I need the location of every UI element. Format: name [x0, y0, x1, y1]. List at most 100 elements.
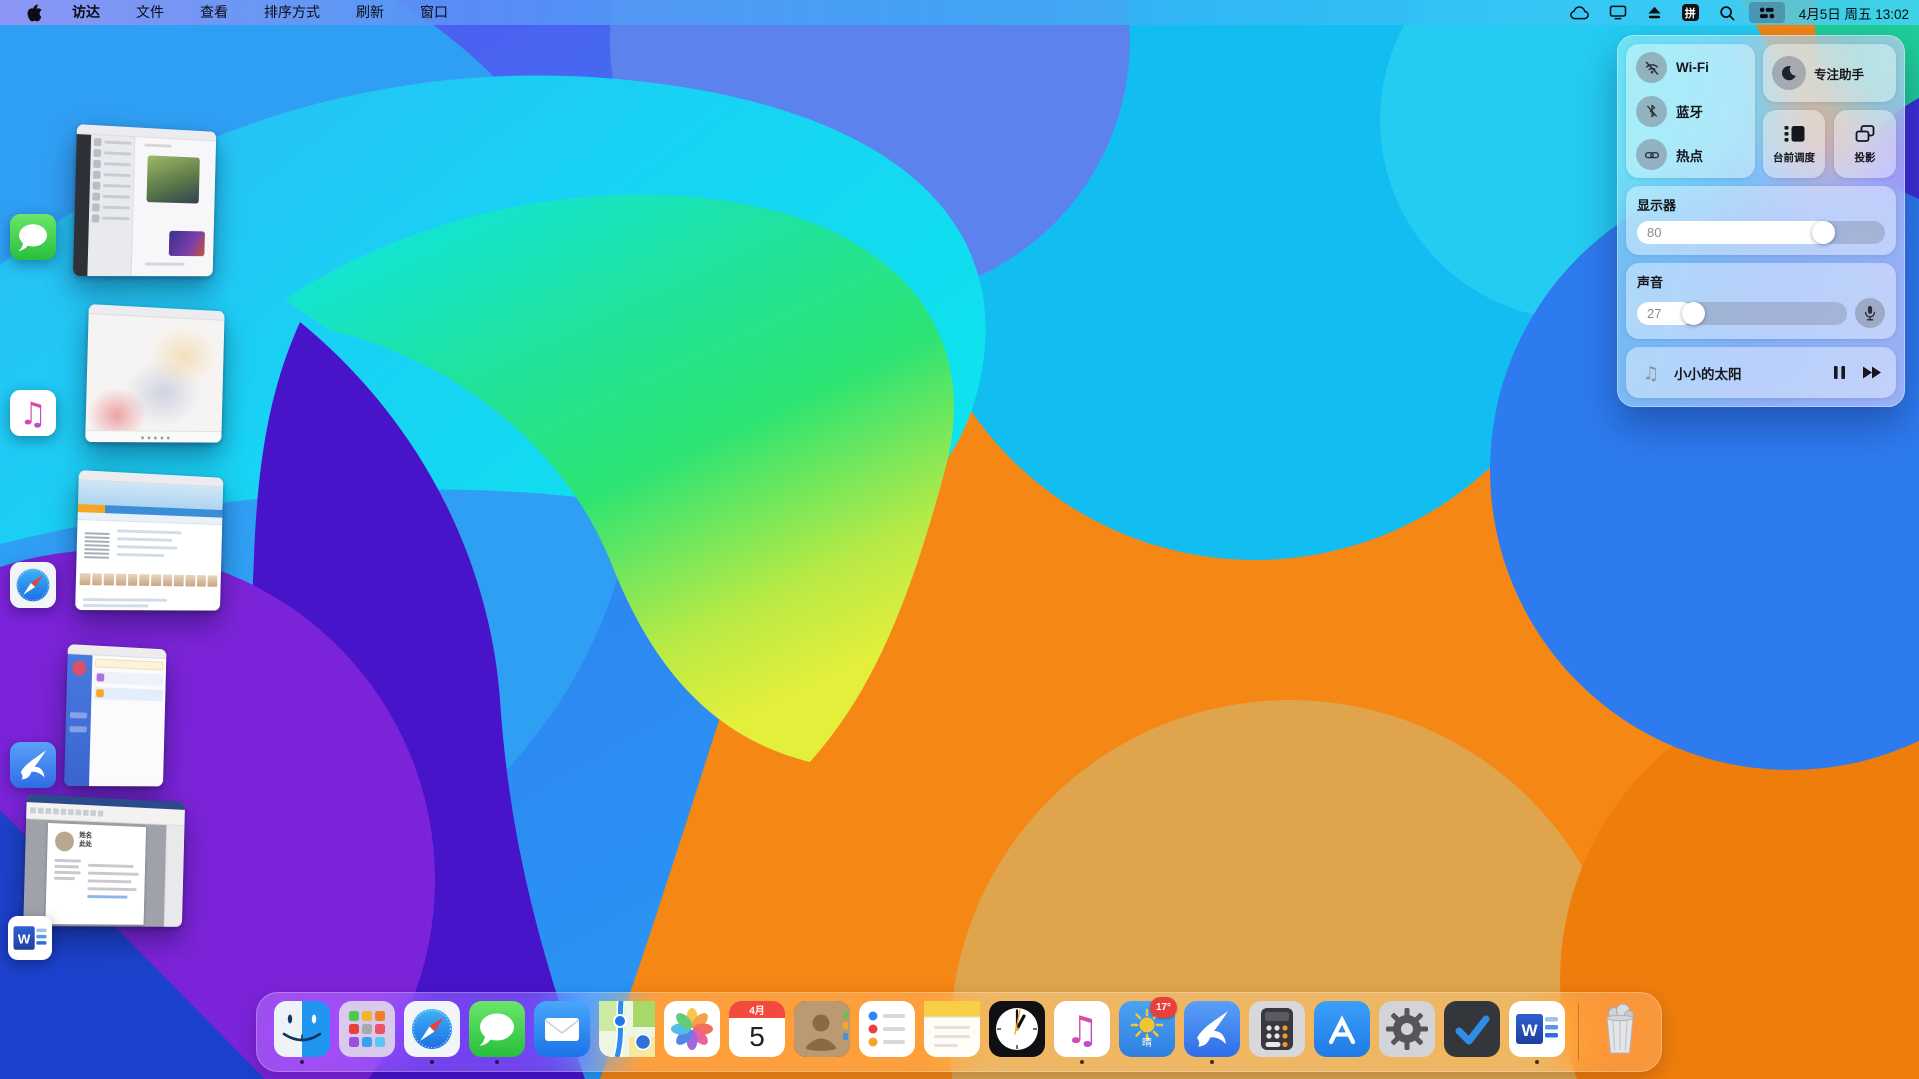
input-method-icon: 拼: [1682, 4, 1699, 21]
dock-settings[interactable]: [1379, 1001, 1435, 1057]
word-resume-page: 姓名 此处: [45, 823, 147, 925]
menu-finder[interactable]: 访达: [54, 0, 118, 25]
dock-reminders[interactable]: [859, 1001, 915, 1057]
display-status[interactable]: [1603, 2, 1633, 23]
connectivity-card: Wi-Fi 蓝牙: [1626, 44, 1755, 178]
volume-slider[interactable]: 27: [1637, 302, 1847, 325]
dock-mail[interactable]: [534, 1001, 590, 1057]
spotlight-status[interactable]: [1713, 2, 1741, 23]
running-indicator: [1535, 1060, 1539, 1064]
dock-messages[interactable]: [469, 1001, 525, 1064]
messages-app-icon[interactable]: [10, 214, 56, 260]
calendar-day-label: 5: [749, 1021, 765, 1052]
menu-sort[interactable]: 排序方式: [246, 0, 338, 25]
bluetooth-off-icon: [1636, 96, 1667, 127]
wechat-window-preview[interactable]: [73, 124, 216, 276]
dock-clock[interactable]: [989, 1001, 1045, 1057]
eject-status[interactable]: [1641, 2, 1668, 23]
microphone-icon: [1863, 305, 1877, 321]
stage-manager-toggle[interactable]: 台前调度: [1763, 110, 1825, 178]
cloud-icon: [1570, 6, 1589, 20]
display-section-title: 显示器: [1637, 195, 1885, 214]
dock-safari[interactable]: [404, 1001, 460, 1064]
dock-notes[interactable]: [924, 1001, 980, 1057]
display-icon: [1609, 5, 1627, 20]
photos-app-icon: [664, 1001, 720, 1057]
stage-thumbnail-thunder[interactable]: [0, 638, 220, 803]
cloud-status[interactable]: [1564, 2, 1595, 23]
calendar-app-icon: 4月 5: [729, 1001, 785, 1057]
dock-music[interactable]: [1054, 1001, 1110, 1064]
search-icon: [1719, 5, 1735, 21]
dock-thunder[interactable]: [1184, 1001, 1240, 1064]
running-indicator: [430, 1060, 434, 1064]
dock-calendar[interactable]: 4月 5: [729, 1001, 785, 1057]
hotspot-label: 热点: [1676, 145, 1703, 165]
stage-thumbnail-safari[interactable]: [0, 464, 260, 624]
pause-icon[interactable]: [1833, 365, 1846, 380]
volume-knob[interactable]: [1682, 302, 1705, 325]
thunder-app-icon[interactable]: [10, 742, 56, 788]
now-playing-card[interactable]: ♫ 小小的太阳: [1626, 347, 1896, 398]
dock-appstore[interactable]: [1314, 1001, 1370, 1057]
word-window-preview[interactable]: 姓名 此处: [23, 794, 185, 927]
calculator-app-icon: [1249, 1001, 1305, 1057]
thunder-window-preview[interactable]: [64, 644, 166, 786]
running-indicator: [300, 1060, 304, 1064]
finder-app-icon: [274, 1001, 330, 1057]
dock-weather[interactable]: 17° 晴: [1119, 1001, 1175, 1057]
stage-thumbnail-wechat[interactable]: [0, 118, 260, 293]
stage-thumbnail-music[interactable]: [0, 298, 260, 458]
hotspot-link-icon: [1636, 139, 1667, 170]
running-indicator: [1080, 1060, 1084, 1064]
apple-menu[interactable]: [14, 4, 54, 22]
menu-view[interactable]: 查看: [182, 0, 246, 25]
control-center-status[interactable]: [1749, 2, 1785, 23]
fast-forward-icon[interactable]: [1862, 366, 1882, 379]
thunder-sidebar: [64, 654, 92, 786]
clock-app-icon: [989, 1001, 1045, 1057]
system-settings-icon: [1379, 1001, 1435, 1057]
word-app-icon[interactable]: [8, 916, 52, 960]
focus-toggle[interactable]: 专注助手: [1763, 44, 1896, 102]
menu-window[interactable]: 窗口: [402, 0, 466, 25]
input-method-status[interactable]: 拼: [1676, 2, 1705, 23]
app-store-icon: [1314, 1001, 1370, 1057]
brightness-slider[interactable]: 80: [1637, 221, 1885, 244]
mail-app-icon: [534, 1001, 590, 1057]
dock-launchpad[interactable]: [339, 1001, 395, 1057]
stage-manager-icon: [1782, 123, 1807, 145]
screen-mirroring-toggle[interactable]: 投影: [1834, 110, 1896, 178]
dock-maps[interactable]: [599, 1001, 655, 1057]
dock: 4月 5 17° 晴: [256, 992, 1662, 1072]
menu-file[interactable]: 文件: [118, 0, 182, 25]
dock-contacts[interactable]: [794, 1001, 850, 1057]
stage-thumbnail-word[interactable]: 姓名 此处: [0, 788, 240, 968]
wifi-toggle[interactable]: Wi-Fi: [1636, 52, 1745, 83]
word-app-icon: [1509, 1001, 1565, 1057]
weather-condition-label: 晴: [1119, 1034, 1175, 1049]
safari-app-icon: [404, 1001, 460, 1057]
menu-refresh[interactable]: 刷新: [338, 0, 402, 25]
bluetooth-toggle[interactable]: 蓝牙: [1636, 96, 1745, 127]
music-app-icon[interactable]: [10, 390, 56, 436]
safari-window-preview[interactable]: [75, 470, 223, 611]
brightness-knob[interactable]: [1812, 221, 1835, 244]
microphone-button[interactable]: [1855, 298, 1885, 328]
contacts-app-icon: [794, 1001, 850, 1057]
dock-word[interactable]: [1509, 1001, 1565, 1064]
music-app-icon: [1054, 1001, 1110, 1057]
dock-photos[interactable]: [664, 1001, 720, 1057]
eject-icon: [1647, 5, 1662, 20]
dock-calculator[interactable]: [1249, 1001, 1305, 1057]
music-window-preview[interactable]: [85, 304, 225, 443]
dock-finder[interactable]: [274, 1001, 330, 1064]
dock-trash[interactable]: [1592, 1001, 1648, 1057]
menu-bar-clock[interactable]: 4月5日 周五 13:02: [1793, 3, 1909, 23]
hotspot-toggle[interactable]: 热点: [1636, 139, 1745, 170]
dock-todo[interactable]: [1444, 1001, 1500, 1057]
word-side-panel: [164, 825, 185, 927]
safari-page-content: [75, 480, 223, 611]
safari-app-icon[interactable]: [10, 562, 56, 608]
launchpad-icon: [339, 1001, 395, 1057]
